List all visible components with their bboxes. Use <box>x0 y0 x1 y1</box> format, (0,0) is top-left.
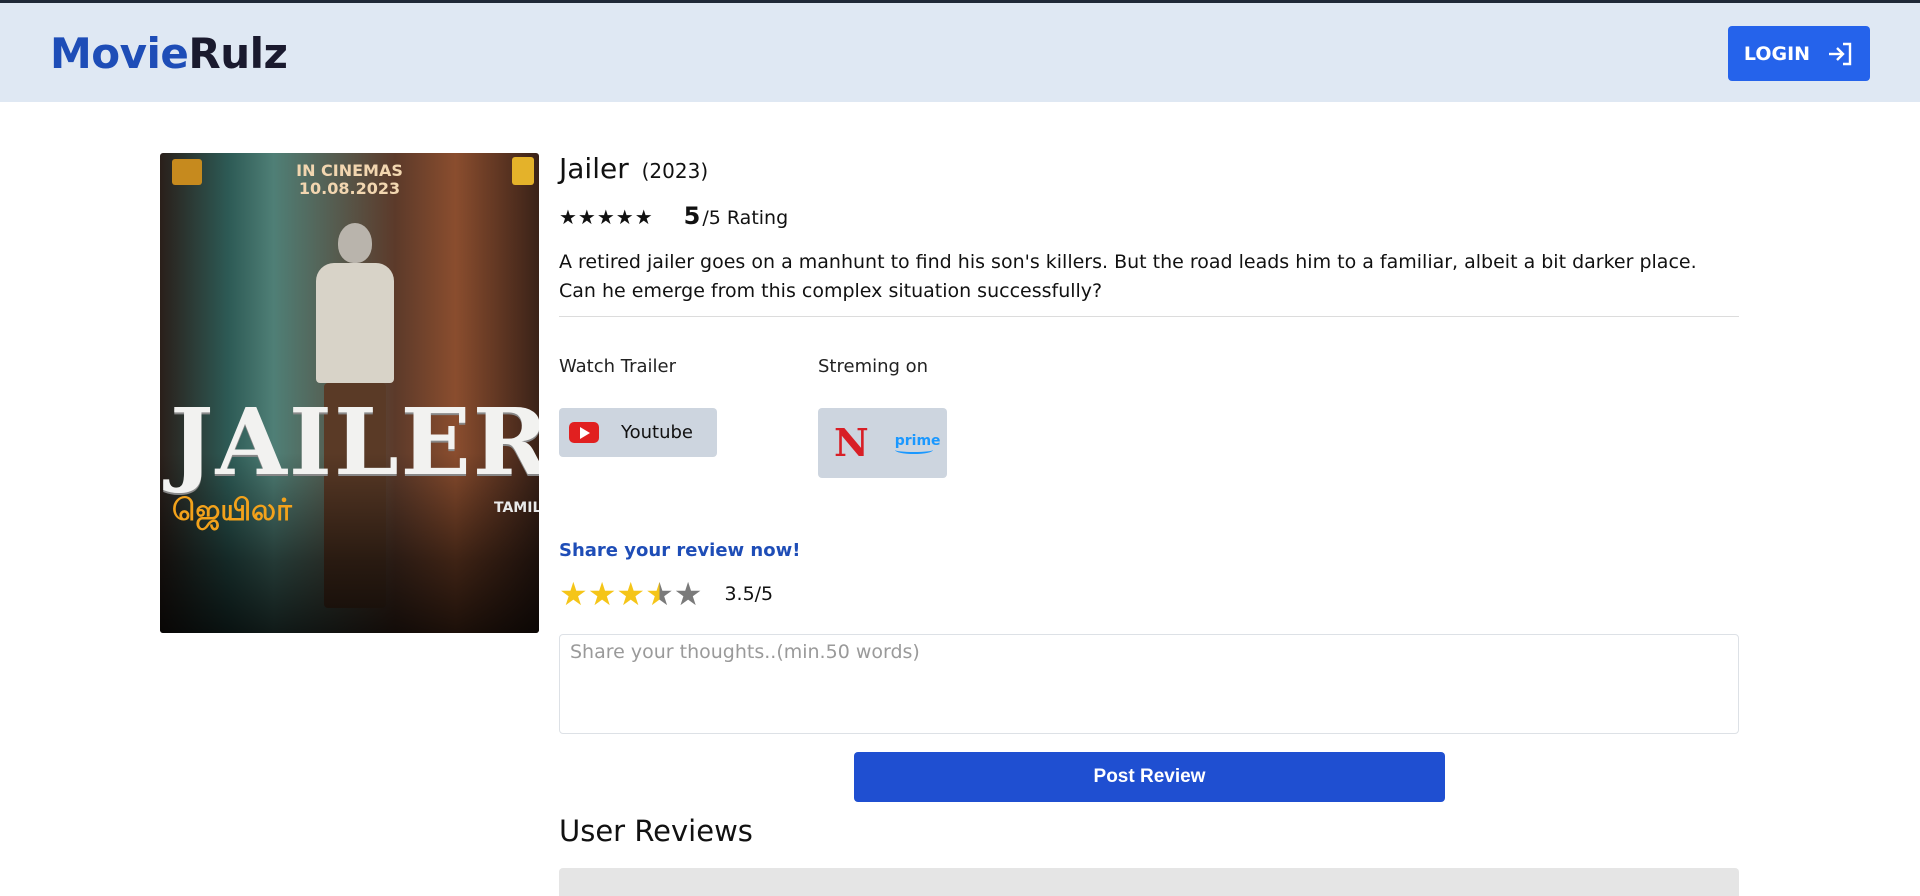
movie-year: (2023) <box>641 159 709 183</box>
half-star-icon[interactable]: ★ <box>645 578 674 610</box>
youtube-label: Youtube <box>621 422 693 443</box>
review-card <box>559 868 1739 896</box>
logo[interactable]: MovieRulz <box>50 29 288 78</box>
divider <box>559 316 1739 317</box>
streaming-platforms: N prime <box>818 408 947 478</box>
youtube-icon <box>569 422 599 443</box>
header: MovieRulz LOGIN <box>0 3 1920 102</box>
movie-description: A retired jailer goes on a manhunt to fi… <box>559 251 1697 302</box>
movie-poster: IN CINEMAS 10.08.2023 JAILER ஜெயிலர் TAM… <box>160 153 539 633</box>
youtube-button[interactable]: Youtube <box>559 408 717 457</box>
star-icon[interactable]: ★ <box>674 578 703 610</box>
movie-title-text: Jailer <box>559 152 629 185</box>
review-rating-value: 3.5/5 <box>724 583 774 605</box>
rating-value: 5 <box>683 202 701 230</box>
user-reviews-heading: User Reviews <box>559 814 753 848</box>
rating-stars-icon: ★★★★★ <box>559 205 654 229</box>
prime-video-icon[interactable]: prime <box>894 432 941 454</box>
login-label: LOGIN <box>1743 42 1811 65</box>
post-review-button[interactable]: Post Review <box>854 752 1445 802</box>
logo-part-movie: Movie <box>50 29 189 78</box>
rating-suffix: /5 Rating <box>702 207 789 229</box>
streaming-label: Streming on <box>818 356 929 377</box>
poster-language: TAMIL <box>494 500 539 516</box>
star-icon[interactable]: ★ <box>616 578 645 610</box>
movie-title: Jailer (2023) <box>559 152 708 185</box>
login-button[interactable]: LOGIN <box>1728 26 1870 81</box>
poster-title: JAILER <box>170 388 539 496</box>
star-icon[interactable]: ★ <box>559 578 588 610</box>
review-textarea[interactable] <box>559 634 1739 734</box>
logo-part-rulz: Rulz <box>188 29 288 78</box>
poster-tamil-title: ஜெயிலர் <box>172 493 292 528</box>
watch-trailer-label: Watch Trailer <box>559 356 677 377</box>
prime-label: prime <box>894 432 941 449</box>
poster-release-date: 10.08.2023 <box>298 179 401 198</box>
netflix-icon[interactable]: N <box>834 424 869 462</box>
star-icon[interactable]: ★ <box>588 578 617 610</box>
review-rating-input[interactable]: ★ ★ ★ ★ ★ 3.5/5 <box>559 578 773 610</box>
share-review-heading: Share your review now! <box>559 540 801 561</box>
poster-cinemas-text: IN CINEMAS <box>296 161 403 180</box>
rating-row: ★★★★★ 5 /5 Rating <box>559 202 788 230</box>
login-icon <box>1829 42 1852 65</box>
